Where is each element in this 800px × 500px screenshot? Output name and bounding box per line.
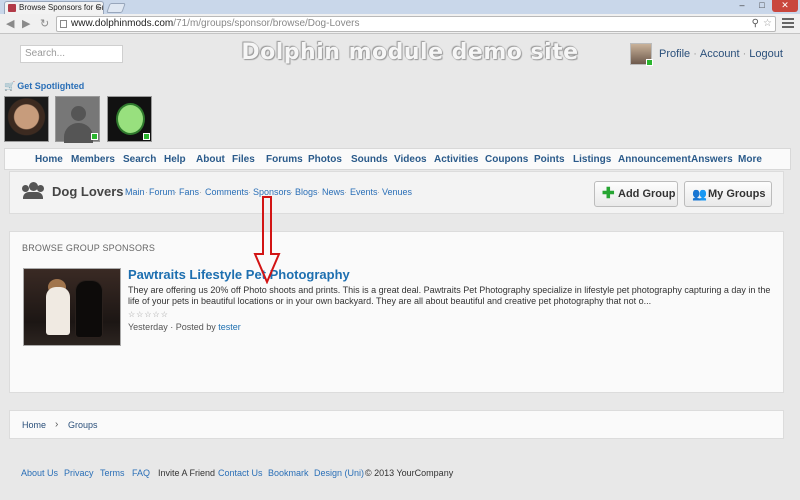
breadcrumb-groups[interactable]: Groups [68, 420, 98, 430]
footer-terms[interactable]: Terms [100, 468, 125, 478]
browser-tab-bar: Browse Sponsors for Gro × – □ ✕ [0, 0, 800, 14]
sponsor-meta: Yesterday · Posted by tester [128, 322, 241, 332]
nav-files[interactable]: Files [232, 154, 255, 165]
footer-design[interactable]: Design (Uni) [314, 468, 364, 478]
get-spotlighted-link[interactable]: 🛒 Get Spotlighted [4, 81, 84, 92]
back-arrow-icon[interactable]: ◀ [6, 17, 14, 31]
sponsor-photo[interactable] [23, 268, 121, 346]
annotation-arrow-icon [253, 196, 281, 284]
site-title[interactable]: Dolphin module demo site [200, 40, 620, 65]
page: Search... Dolphin module demo site Profi… [0, 34, 800, 500]
group-bar: Dog Lovers Main · Forum · Fans · Comment… [9, 171, 784, 214]
nav-about[interactable]: About [196, 154, 225, 165]
nav-videos[interactable]: Videos [394, 154, 427, 165]
online-status-icon [646, 59, 653, 66]
section-title: Browse Group Sponsors [22, 243, 156, 253]
nav-answers[interactable]: Answers [691, 154, 733, 165]
author-link[interactable]: tester [218, 322, 241, 332]
favicon-icon [8, 4, 16, 12]
url-path: /71/m/groups/sponsor/browse/Dog-Lovers [173, 18, 360, 29]
footer-bookmark[interactable]: Bookmark [268, 468, 309, 478]
page-icon [60, 20, 67, 28]
breadcrumb-home[interactable]: Home [22, 420, 46, 430]
group-tab-comments[interactable]: Comments [205, 187, 249, 197]
breadcrumb-separator-icon: › [55, 419, 59, 430]
browser-toolbar: ◀ ▶ ↻ www.dolphinmods.com/71/m/groups/sp… [0, 14, 800, 34]
nav-more[interactable]: More [738, 154, 762, 165]
group-tab-forum[interactable]: Forum [149, 187, 175, 197]
spotlight-member-thumb[interactable] [4, 96, 49, 142]
sponsor-title-link[interactable]: Pawtraits Lifestyle Pet Photography [128, 267, 350, 282]
browser-menu-icon[interactable] [782, 18, 794, 30]
reload-icon[interactable]: ↻ [40, 17, 49, 31]
nav-activities[interactable]: Activities [434, 154, 478, 165]
footer-invite-friend[interactable]: Invite A Friend [158, 468, 215, 478]
sponsor-description: They are offering us 20% off Photo shoot… [128, 285, 771, 306]
account-link[interactable]: Account [700, 48, 740, 60]
main-navigation: Home Members Search Help About Files For… [4, 148, 791, 170]
nav-sounds[interactable]: Sounds [351, 154, 388, 165]
plus-icon: ✚ [602, 185, 615, 202]
forward-arrow-icon[interactable]: ▶ [22, 17, 30, 31]
bookmark-star-icon[interactable]: ☆ [763, 17, 772, 31]
window-maximize-button[interactable]: □ [752, 0, 772, 12]
group-tab-main[interactable]: Main [125, 187, 145, 197]
close-tab-icon[interactable]: × [95, 2, 100, 13]
nav-coupons[interactable]: Coupons [485, 154, 528, 165]
add-group-button[interactable]: ✚ Add Group [594, 181, 678, 207]
my-groups-label: My Groups [708, 188, 766, 200]
footer-privacy[interactable]: Privacy [64, 468, 94, 478]
sponsor-date: Yesterday [128, 322, 168, 332]
profile-link[interactable]: Profile [659, 48, 690, 60]
browser-tab[interactable]: Browse Sponsors for Gro × [4, 1, 104, 14]
footer-copyright: © 2013 YourCompany [365, 468, 454, 478]
footer-about-us[interactable]: About Us [21, 468, 58, 478]
nav-listings[interactable]: Listings [573, 154, 611, 165]
online-status-icon [91, 133, 98, 140]
header-links: Profile · Account · Logout [659, 48, 783, 60]
group-tab-fans[interactable]: Fans [179, 187, 199, 197]
nav-search[interactable]: Search [123, 154, 156, 165]
group-people-icon [22, 182, 44, 199]
nav-photos[interactable]: Photos [308, 154, 342, 165]
address-bar[interactable]: www.dolphinmods.com/71/m/groups/sponsor/… [56, 16, 776, 32]
nav-announcement[interactable]: Announcement [618, 154, 691, 165]
nav-members[interactable]: Members [71, 154, 115, 165]
nav-forums[interactable]: Forums [266, 154, 303, 165]
rating-stars-icon[interactable]: ☆☆☆☆☆ [128, 310, 169, 319]
nav-points[interactable]: Points [534, 154, 565, 165]
my-groups-button[interactable]: 👥 My Groups [684, 181, 772, 207]
nav-home[interactable]: Home [35, 154, 63, 165]
add-group-label: Add Group [618, 188, 676, 200]
group-name[interactable]: Dog Lovers [52, 184, 124, 199]
spotlight-member-thumb[interactable] [107, 96, 152, 142]
user-avatar[interactable] [630, 43, 653, 66]
logout-link[interactable]: Logout [749, 48, 783, 60]
footer-faq[interactable]: FAQ [132, 468, 150, 478]
cart-icon: 🛒 [4, 81, 16, 91]
group-tab-news[interactable]: News [322, 187, 345, 197]
new-tab-button[interactable] [106, 3, 126, 13]
site-footer: About Us Privacy Terms FAQ Invite A Frie… [9, 459, 784, 489]
get-spotlighted-label: Get Spotlighted [17, 81, 85, 91]
footer-contact-us[interactable]: Contact Us [218, 468, 263, 478]
group-tab-events[interactable]: Events [350, 187, 378, 197]
people-icon: 👥 [692, 187, 707, 201]
posted-by-label: Posted by [175, 322, 216, 332]
window-minimize-button[interactable]: – [732, 0, 752, 12]
nav-help[interactable]: Help [164, 154, 186, 165]
zoom-icon[interactable]: ⚲ [752, 17, 759, 31]
site-header: Search... Dolphin module demo site Profi… [0, 34, 800, 74]
breadcrumb: Home › Groups [9, 410, 784, 439]
group-tab-venues[interactable]: Venues [382, 187, 412, 197]
online-status-icon [143, 133, 150, 140]
search-input[interactable]: Search... [20, 45, 123, 63]
sponsors-block: Browse Group Sponsors Pawtraits Lifestyl… [9, 231, 784, 393]
window-close-button[interactable]: ✕ [772, 0, 798, 12]
group-tab-blogs[interactable]: Blogs [295, 187, 318, 197]
browser-tab-title: Browse Sponsors for Gro [19, 3, 104, 12]
url-host: www.dolphinmods.com [71, 18, 174, 29]
spotlight-member-thumb[interactable] [55, 96, 100, 143]
